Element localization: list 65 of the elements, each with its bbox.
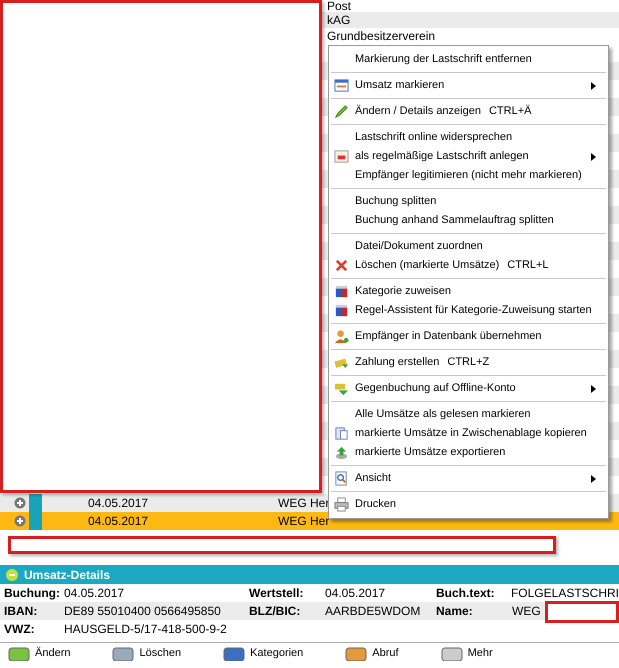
toolbar-button[interactable]: Abruf	[343, 645, 399, 662]
toolbar-button[interactable]: Mehr	[438, 645, 493, 662]
field-value: AARBDE5WDOM	[325, 603, 420, 620]
menu-item[interactable]: Gegenbuchung auf Offline-Konto	[331, 379, 606, 398]
menu-item[interactable]: Lastschrift online widersprechen	[331, 128, 606, 147]
menu-item[interactable]: als regelmäßige Lastschrift anlegen	[331, 147, 606, 166]
menu-item[interactable]: Empfänger legitimieren (nicht mehr markieren)	[331, 166, 606, 185]
toolbar-button[interactable]: Löschen	[110, 645, 182, 662]
menu-item[interactable]: Buchung splitten	[331, 192, 606, 211]
field-value: DE89 55010400 0566495850	[64, 603, 221, 620]
submenu-arrow-icon	[591, 474, 596, 482]
menu-item[interactable]: Regel-Assistent für Kategorie-Zuweisung starten	[331, 301, 606, 320]
field-label: IBAN:	[3, 603, 38, 620]
menu-item[interactable]: Markierung der Lastschrift entfernen	[331, 50, 606, 69]
magnifier-page-icon	[334, 471, 349, 486]
payee-text: WEG Her	[278, 513, 330, 530]
payee-text: kAG	[327, 12, 350, 29]
field-value: 04.05.2017	[64, 585, 124, 602]
field-value: 04.05.2017	[325, 585, 386, 602]
menu-item[interactable]: Ansicht	[331, 469, 606, 488]
submenu-arrow-icon	[591, 152, 596, 160]
field-label: Name:	[435, 603, 474, 620]
toolbar-button[interactable]: Ändern	[6, 645, 70, 662]
field-label: BLZ/BIC:	[248, 603, 302, 620]
menu-item[interactable]: markierte Umsätze in Zwischenablage kopieren	[331, 424, 606, 443]
menu-item[interactable]: Empfänger in Datenbank übernehmen	[331, 327, 606, 346]
menu-item[interactable]: Ändern / Details anzeigen CTRL+Ä	[331, 102, 606, 121]
menu-item[interactable]: markierte Umsätze exportieren	[331, 443, 606, 462]
section-title: Umsatz-Details	[24, 566, 110, 584]
menu-item[interactable]: Kategorie zuweisen	[331, 282, 606, 301]
menu-item[interactable]: Löschen (markierte Umsätze) CTRL+L	[331, 256, 606, 275]
field-label: VWZ:	[3, 621, 36, 638]
submenu-arrow-icon	[591, 82, 596, 90]
menu-item[interactable]: Zahlung erstellen CTRL+Z	[331, 353, 606, 372]
printer-icon	[334, 497, 349, 512]
calendar-icon	[334, 149, 349, 164]
date-text: 04.05.2017	[88, 495, 150, 512]
field-value: WEG	[512, 603, 541, 620]
shortcut-text: CTRL+Z	[447, 355, 490, 370]
payee-text: Post	[327, 0, 352, 12]
menu-item[interactable]: Alle Umsätze als gelesen markieren	[331, 405, 606, 424]
field-value: HAUSGELD-5/17-418-500-9-2	[64, 621, 227, 638]
person-icon	[334, 329, 349, 344]
menu-item[interactable]: Drucken	[331, 495, 606, 514]
field-label: Wertstell:	[248, 585, 304, 602]
export-icon	[334, 445, 349, 460]
menu-item[interactable]: Buchung anhand Sammelauftrag splitten	[331, 211, 606, 230]
calendar-icon	[334, 78, 349, 93]
collapse-icon[interactable]	[6, 568, 18, 580]
menu-item[interactable]: Datei/Dokument zuordnen	[331, 237, 606, 256]
shortcut-text: CTRL+Ä	[488, 104, 532, 120]
submenu-arrow-icon	[591, 384, 596, 392]
field-label: Buch.text:	[435, 585, 496, 602]
toolbar-button[interactable]: Kategorien	[221, 645, 304, 662]
payee-text: Grundbesitzerverein	[327, 28, 436, 45]
expand-icon[interactable]	[14, 497, 26, 509]
date-text: 04.05.2017	[88, 513, 150, 530]
menu-item[interactable]: Umsatz markieren	[331, 76, 606, 95]
shortcut-text: CTRL+L	[507, 258, 549, 274]
field-value: FOLGELASTSCHRI	[510, 585, 619, 602]
field-label: Buchung:	[3, 585, 61, 602]
clipboard-icon	[334, 426, 349, 441]
cross-icon	[334, 258, 349, 273]
expand-icon[interactable]	[14, 515, 26, 527]
payee-text: WEG Her	[278, 495, 330, 512]
